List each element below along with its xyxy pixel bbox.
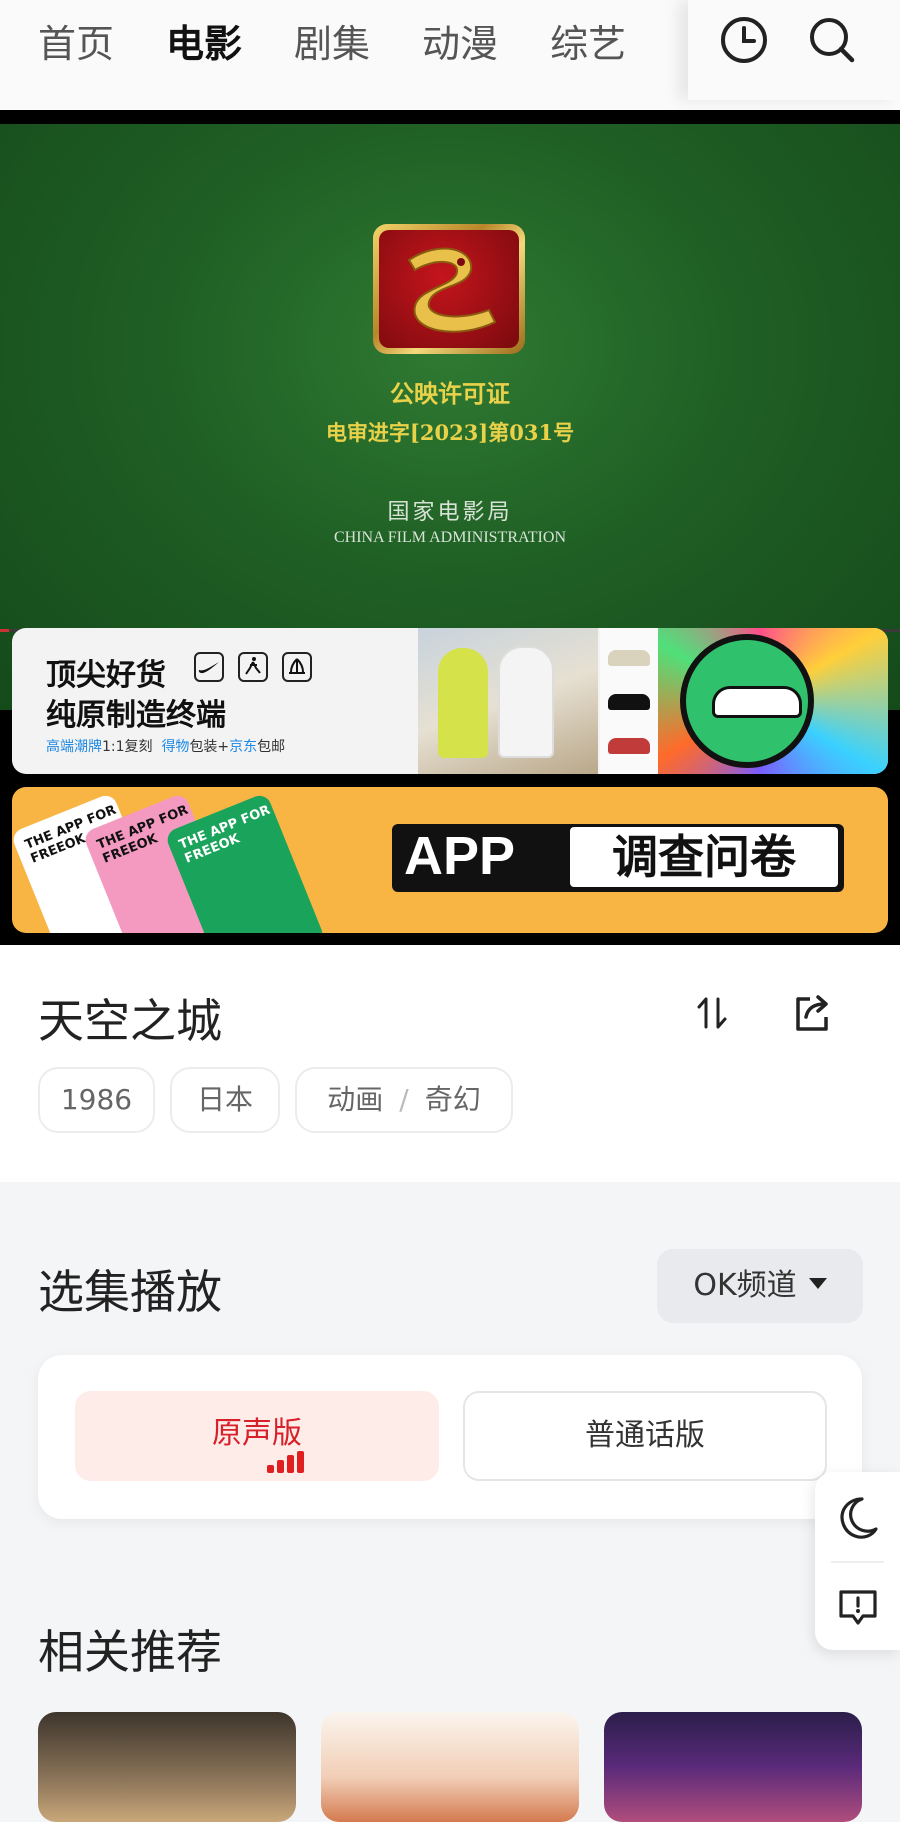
license-title: 公映许可证 bbox=[390, 379, 510, 408]
movie-info-section: 天空之城 1986 日本 动画 / 奇幻 bbox=[0, 945, 900, 1182]
ad-headline-2: 纯原制造终端 bbox=[46, 698, 226, 733]
related-thumbnail-2[interactable] bbox=[321, 1712, 579, 1822]
jordan-logo-icon bbox=[238, 652, 268, 682]
video-player[interactable]: 公映许可证 电审进字[2023]第031号 国家电影局 CHINA FILM A… bbox=[0, 110, 900, 945]
history-clock-icon[interactable] bbox=[718, 14, 770, 66]
license-number: 电审进字[2023]第031号 bbox=[325, 420, 575, 445]
floating-action-panel bbox=[815, 1472, 900, 1650]
ad-headline-1: 顶尖好货 bbox=[46, 658, 166, 693]
nike-logo-icon bbox=[194, 652, 224, 682]
now-playing-bars-icon bbox=[267, 1451, 307, 1473]
episodes-section-title: 选集播放 bbox=[38, 1265, 222, 1319]
ad-app-text: APP bbox=[404, 826, 516, 886]
ad-survey-text: 调查问卷 bbox=[570, 827, 838, 887]
survey-ad-banner[interactable]: THE APP FOR FREEOK THE APP FOR FREEOK TH… bbox=[12, 787, 888, 933]
video-frame[interactable]: 公映许可证 电审进字[2023]第031号 国家电影局 CHINA FILM A… bbox=[0, 124, 900, 710]
genre-separator: / bbox=[399, 1083, 409, 1116]
channel-dropdown[interactable]: OK频道 bbox=[657, 1249, 863, 1323]
moon-icon[interactable] bbox=[835, 1494, 881, 1540]
ad-shoe-column bbox=[600, 628, 658, 774]
tab-series[interactable]: 剧集 bbox=[294, 16, 370, 76]
related-thumbnail-1[interactable] bbox=[38, 1712, 296, 1822]
tab-anime[interactable]: 动漫 bbox=[422, 16, 498, 76]
tab-movies[interactable]: 电影 bbox=[166, 16, 243, 76]
channel-label: OK频道 bbox=[693, 1268, 797, 1303]
playback-progress-fill bbox=[0, 629, 9, 632]
episode-mandarin-dub[interactable]: 普通话版 bbox=[463, 1391, 827, 1481]
category-tabs: 首页 电影 剧集 动漫 综艺 bbox=[38, 16, 678, 76]
agency-name-cn: 国家电影局 bbox=[387, 500, 513, 525]
tag-year[interactable]: 1986 bbox=[38, 1067, 155, 1133]
movie-title: 天空之城 bbox=[38, 994, 222, 1048]
episode-original-audio[interactable]: 原声版 bbox=[75, 1391, 439, 1481]
feedback-icon[interactable] bbox=[835, 1584, 881, 1630]
share-icon[interactable] bbox=[790, 991, 834, 1035]
float-divider bbox=[831, 1561, 884, 1563]
related-thumbnail-3[interactable] bbox=[604, 1712, 862, 1822]
adidas-logo-icon bbox=[282, 652, 312, 682]
ad-models-photo bbox=[418, 628, 598, 774]
sort-arrows-icon[interactable] bbox=[690, 991, 734, 1035]
nav-actions bbox=[688, 0, 900, 100]
film-license-dragon-logo bbox=[373, 224, 525, 354]
caret-down-icon bbox=[808, 1278, 827, 1289]
tag-genre-fantasy: 奇幻 bbox=[424, 1083, 481, 1116]
tag-region[interactable]: 日本 bbox=[170, 1067, 280, 1133]
top-nav: 首页 电影 剧集 动漫 综艺 bbox=[0, 0, 900, 110]
agency-name-en: CHINA FILM ADMINISTRATION bbox=[333, 529, 566, 546]
search-icon[interactable] bbox=[806, 14, 858, 66]
ad-subline: 高端潮牌1:1复刻 得物包装+京东包邮 bbox=[46, 739, 286, 755]
tag-genres[interactable]: 动画 / 奇幻 bbox=[295, 1067, 513, 1133]
tag-genre-animation: 动画 bbox=[327, 1083, 384, 1116]
tab-home[interactable]: 首页 bbox=[38, 16, 114, 76]
ad-sneaker-graphic bbox=[712, 686, 802, 718]
episode-options-card: 原声版 普通话版 bbox=[38, 1355, 862, 1519]
sneaker-ad-banner[interactable]: 顶尖好货 纯原制造终端 高端潮牌1:1复刻 得物包装+京东包邮 bbox=[12, 628, 888, 774]
tab-variety[interactable]: 综艺 bbox=[550, 16, 626, 76]
related-section-title: 相关推荐 bbox=[38, 1625, 222, 1679]
